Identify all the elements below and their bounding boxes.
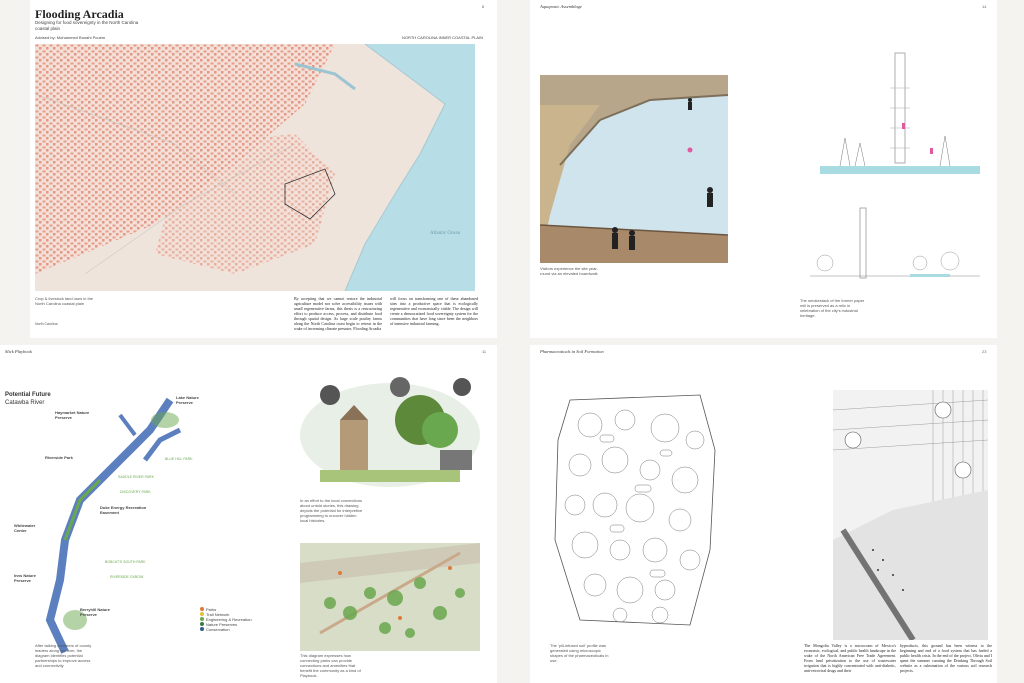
legend-item: Conservation — [206, 627, 230, 632]
label-inns: Inns Nature Preserve — [14, 573, 37, 583]
map-caption: After talking members of county leaders … — [35, 643, 92, 668]
advisor-text: Advised by: Mohammed Bonahi Pouem — [35, 35, 106, 40]
body-column-1: The Mongolia Valley is a microcosm of Me… — [804, 643, 896, 673]
smokestack-elevation — [800, 48, 990, 293]
pill-soil-pattern — [550, 390, 720, 630]
page-number: 11 — [482, 349, 487, 354]
heritage-collage — [300, 375, 480, 495]
green-label: SADDLE RIVER PARK — [118, 475, 154, 479]
page-number: 8 — [482, 4, 485, 9]
body-column-2: will focus on transforming one of these … — [390, 296, 478, 326]
page-title: Slick Playbook — [5, 349, 32, 354]
map-legend: Parks Trail Network Engineering & Recrea… — [200, 607, 270, 632]
pattern-caption: The 'pill-infused soil' profile was gene… — [550, 643, 609, 663]
body-column-1: By accepting that we cannot restore the … — [294, 296, 382, 331]
body-column-2: byproducts, this ground has been witness… — [900, 643, 992, 673]
region-label: NORTH CAROLINA INNER COASTAL PLAIN — [402, 35, 484, 40]
page-title: Aquaponic Assemblage — [540, 4, 583, 9]
ocean-label: Atlantic Ocean — [430, 231, 461, 236]
page-slick-playbook: Slick Playbook 11 Potential Future Cataw… — [0, 345, 497, 683]
green-label: BLUE HILL PARK — [165, 457, 193, 461]
page-number: 14 — [982, 4, 987, 9]
page-subtitle: Designing for food sovereignty in the No… — [35, 20, 139, 31]
label-lake: Lake Nature Preserve — [176, 395, 199, 405]
plan-caption: This diagram expresses how connecting pa… — [300, 653, 361, 678]
elevation-caption: The smokestack of the former paper mill … — [800, 298, 865, 318]
park-plan — [300, 543, 480, 651]
boardwalk-photo — [540, 75, 728, 263]
map-caption: Crop & livestock land uses in the North … — [35, 296, 94, 306]
footer-text: North Carolina — [35, 322, 58, 326]
page-aquaponic-assemblage: Aquaponic Assemblage 14 Visitors experie… — [530, 0, 997, 338]
green-label: BOBCAT'S SOUTH PARK — [105, 560, 146, 564]
label-haymarket: Haymarket Nature Preserve — [55, 410, 90, 420]
green-label: RIVERSIDE OXBOW — [110, 575, 144, 579]
label-riverside: Riverside Park — [45, 455, 73, 460]
label-whitewater: Whitewater Center — [14, 523, 36, 533]
label-duke: Duke Energy Recreation Easement — [100, 505, 147, 515]
page-pharmaceuticals: Pharmaceuticals in Soil Formation 23 The… — [530, 345, 997, 683]
valley-illustration — [833, 390, 988, 640]
green-label: DISCOVERY PARK — [120, 490, 151, 494]
collage-caption: In an effort to the local connections ab… — [300, 498, 363, 523]
page-flooding-arcadia: Flooding Arcadia Designing for food sove… — [30, 0, 497, 338]
coastal-plain-map: Atlantic Ocean — [35, 44, 475, 291]
page-title: Pharmaceuticals in Soil Formation — [540, 349, 604, 354]
photo-caption: Visitors experience the site year-round … — [540, 266, 598, 276]
page-number: 23 — [982, 349, 987, 354]
label-berryhill: Berryhill Nature Preserve — [80, 607, 111, 617]
